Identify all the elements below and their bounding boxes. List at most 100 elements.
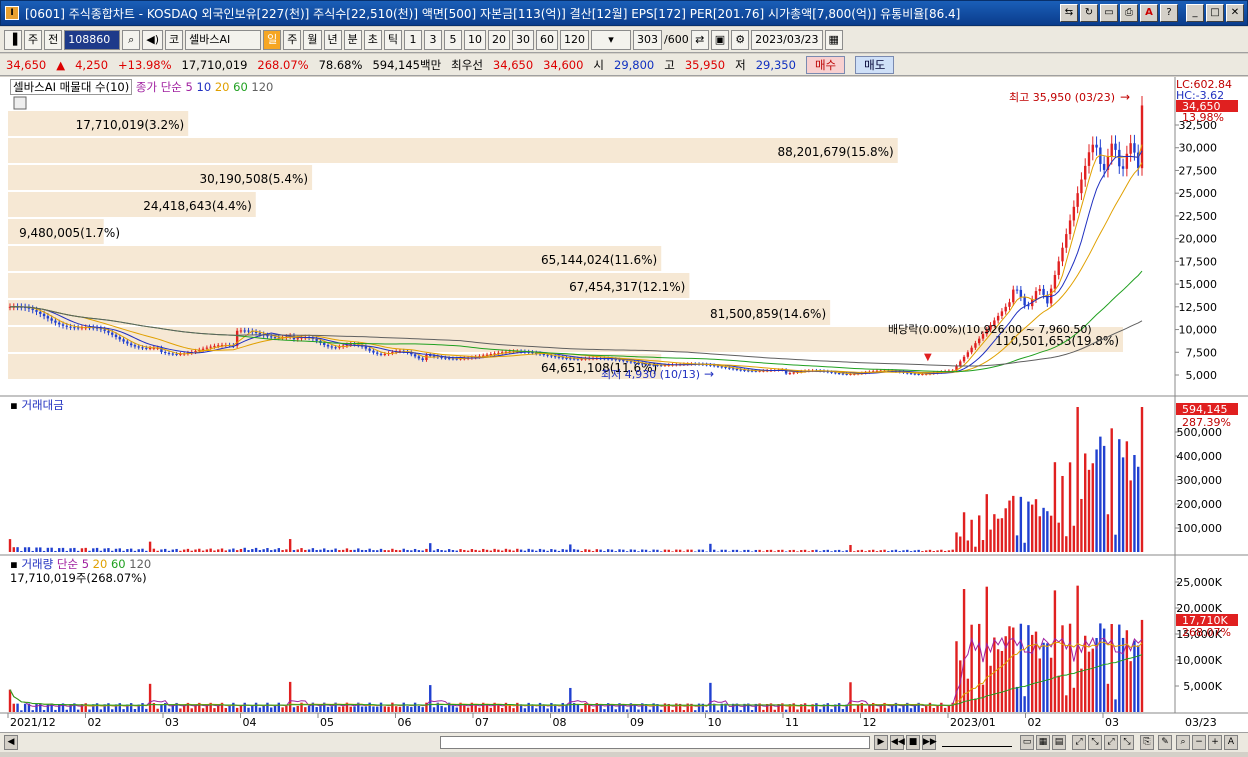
tile-icon[interactable]: ▤ bbox=[1052, 735, 1066, 750]
draw4-icon[interactable]: ⤡ bbox=[1120, 735, 1134, 750]
font-size-icon[interactable]: A bbox=[1224, 735, 1238, 750]
candle bbox=[148, 348, 152, 350]
sell-button[interactable]: 매도 bbox=[855, 55, 895, 74]
volume-bar bbox=[326, 706, 330, 712]
copy-icon[interactable]: ⎘ bbox=[1140, 735, 1154, 750]
stock-code-input[interactable]: 108860 bbox=[64, 29, 121, 50]
scroll-thumb[interactable] bbox=[440, 736, 870, 749]
vol-ma5-label: 5 bbox=[81, 557, 90, 571]
window-icon[interactable]: ▭ bbox=[1100, 4, 1118, 22]
amount-bar bbox=[629, 549, 633, 552]
price-rate-label: 13.98% bbox=[1182, 111, 1224, 124]
candle bbox=[1015, 289, 1019, 291]
title-bar: I [0601] 주식종합차트 - KOSDAQ 외국인보유[227(천)] 주… bbox=[0, 0, 1248, 26]
buy-button[interactable]: 매수 bbox=[805, 55, 846, 74]
draw-icon[interactable]: ⤢ bbox=[1072, 735, 1086, 750]
candle bbox=[792, 372, 795, 374]
amount-bar bbox=[368, 548, 371, 552]
volume-bar bbox=[243, 702, 246, 712]
period-month[interactable]: 월 bbox=[303, 29, 322, 50]
volume-bar bbox=[111, 709, 114, 712]
period-day[interactable]: 일 bbox=[263, 29, 282, 50]
prev-button[interactable]: 전 bbox=[44, 29, 63, 50]
save-icon[interactable]: ▣ bbox=[710, 29, 730, 50]
amount-bar bbox=[1102, 445, 1106, 552]
scroll-left-icon[interactable]: ◀ bbox=[4, 735, 18, 750]
amount-bar bbox=[92, 548, 95, 552]
period-year[interactable]: 년 bbox=[323, 29, 342, 50]
amount-bar bbox=[247, 550, 250, 552]
num-20[interactable]: 20 bbox=[488, 29, 511, 50]
print-icon[interactable]: ⎙ bbox=[1120, 4, 1138, 22]
scroll-right-icon[interactable]: ▶ bbox=[874, 735, 888, 750]
amount-bar bbox=[1121, 457, 1125, 552]
amount-bar bbox=[54, 550, 57, 552]
period-minute[interactable]: 분 bbox=[343, 29, 362, 50]
candle bbox=[194, 350, 197, 352]
zoom-out-icon[interactable]: − bbox=[1192, 735, 1206, 750]
candle bbox=[114, 334, 118, 338]
help-icon[interactable]: ? bbox=[1160, 4, 1178, 22]
zoom-icon[interactable]: ⌕ bbox=[1176, 735, 1190, 750]
amount-bar bbox=[883, 549, 886, 552]
amount-bar bbox=[1038, 516, 1041, 552]
amount-bar bbox=[644, 549, 648, 552]
edit-icon[interactable]: ✎ bbox=[1158, 735, 1172, 750]
zoom-in-icon[interactable]: + bbox=[1208, 735, 1222, 750]
volume-bar bbox=[500, 707, 504, 712]
amount-bar bbox=[807, 551, 811, 552]
chart-area[interactable]: 17,710,019(3.2%) 88,201,679(15.8%) 30,190,… bbox=[0, 77, 1248, 732]
num-30[interactable]: 30 bbox=[512, 29, 535, 50]
period-second[interactable]: 초 bbox=[363, 29, 382, 50]
volume-bar bbox=[728, 710, 731, 712]
scrollbar[interactable]: ◀ ▶ ◀◀ ■ ▶▶ ▭ ▦ ▤ ⤢ ⤡ ⤢ ⤡ ⎘ ✎ ⌕ − + A bbox=[0, 732, 1248, 752]
fastforward-icon[interactable]: ▶▶ bbox=[922, 735, 937, 750]
interval-select[interactable]: ▾ bbox=[591, 29, 632, 50]
zoom-slider[interactable] bbox=[942, 737, 1012, 747]
grid-icon[interactable]: ▦ bbox=[1036, 735, 1050, 750]
draw3-icon[interactable]: ⤢ bbox=[1104, 735, 1118, 750]
num-1[interactable]: 1 bbox=[404, 29, 423, 50]
amount-bar bbox=[561, 549, 564, 552]
chart-type-icon[interactable]: ▐ bbox=[4, 29, 22, 50]
num-10[interactable]: 10 bbox=[464, 29, 487, 50]
volume-bar bbox=[277, 702, 281, 712]
date-input[interactable]: 2023/03/23 bbox=[751, 29, 823, 50]
link-icon[interactable]: ⇆ bbox=[1060, 4, 1078, 22]
amount-bar bbox=[1076, 407, 1079, 552]
speaker-icon[interactable]: ◀) bbox=[142, 29, 164, 50]
market-label: 코 bbox=[165, 29, 184, 50]
num-5[interactable]: 5 bbox=[444, 29, 463, 50]
amount-bar bbox=[364, 550, 368, 552]
chart-svg[interactable]: 17,710,019(3.2%) 88,201,679(15.8%) 30,190,… bbox=[0, 77, 1248, 732]
minimize-button[interactable]: _ bbox=[1186, 4, 1204, 22]
period-tick[interactable]: 틱 bbox=[383, 29, 403, 50]
num-3[interactable]: 3 bbox=[424, 29, 443, 50]
stop-icon[interactable]: ■ bbox=[906, 735, 920, 750]
count-input[interactable]: 303 bbox=[633, 29, 663, 50]
refresh-icon[interactable]: ↻ bbox=[1080, 4, 1098, 22]
amount-bar bbox=[326, 550, 330, 552]
candle bbox=[383, 353, 387, 355]
volume-bar bbox=[16, 703, 19, 712]
stock-name[interactable]: 셀바스AI bbox=[185, 29, 262, 50]
search-icon[interactable]: ⌕ bbox=[122, 29, 141, 50]
settings-icon[interactable]: ⚙ bbox=[731, 29, 750, 50]
mode-select[interactable]: 주 bbox=[24, 29, 43, 50]
candle bbox=[421, 358, 424, 361]
period-week[interactable]: 주 bbox=[283, 29, 302, 50]
layout-icon[interactable]: ▭ bbox=[1020, 735, 1034, 750]
tool-icon[interactable]: ⇄ bbox=[690, 29, 709, 50]
num-60[interactable]: 60 bbox=[536, 29, 559, 50]
amount-bar bbox=[171, 549, 174, 552]
amount-bar bbox=[580, 551, 583, 552]
font-icon[interactable]: A bbox=[1140, 4, 1158, 22]
calendar-icon[interactable]: ▦ bbox=[824, 29, 843, 50]
rewind-icon[interactable]: ◀◀ bbox=[890, 735, 905, 750]
num-120[interactable]: 120 bbox=[560, 29, 590, 50]
amount-bar bbox=[864, 551, 867, 552]
volume-bar bbox=[535, 708, 538, 712]
draw2-icon[interactable]: ⤡ bbox=[1088, 735, 1102, 750]
close-button[interactable]: ✕ bbox=[1226, 4, 1244, 22]
maximize-button[interactable]: □ bbox=[1206, 4, 1224, 22]
